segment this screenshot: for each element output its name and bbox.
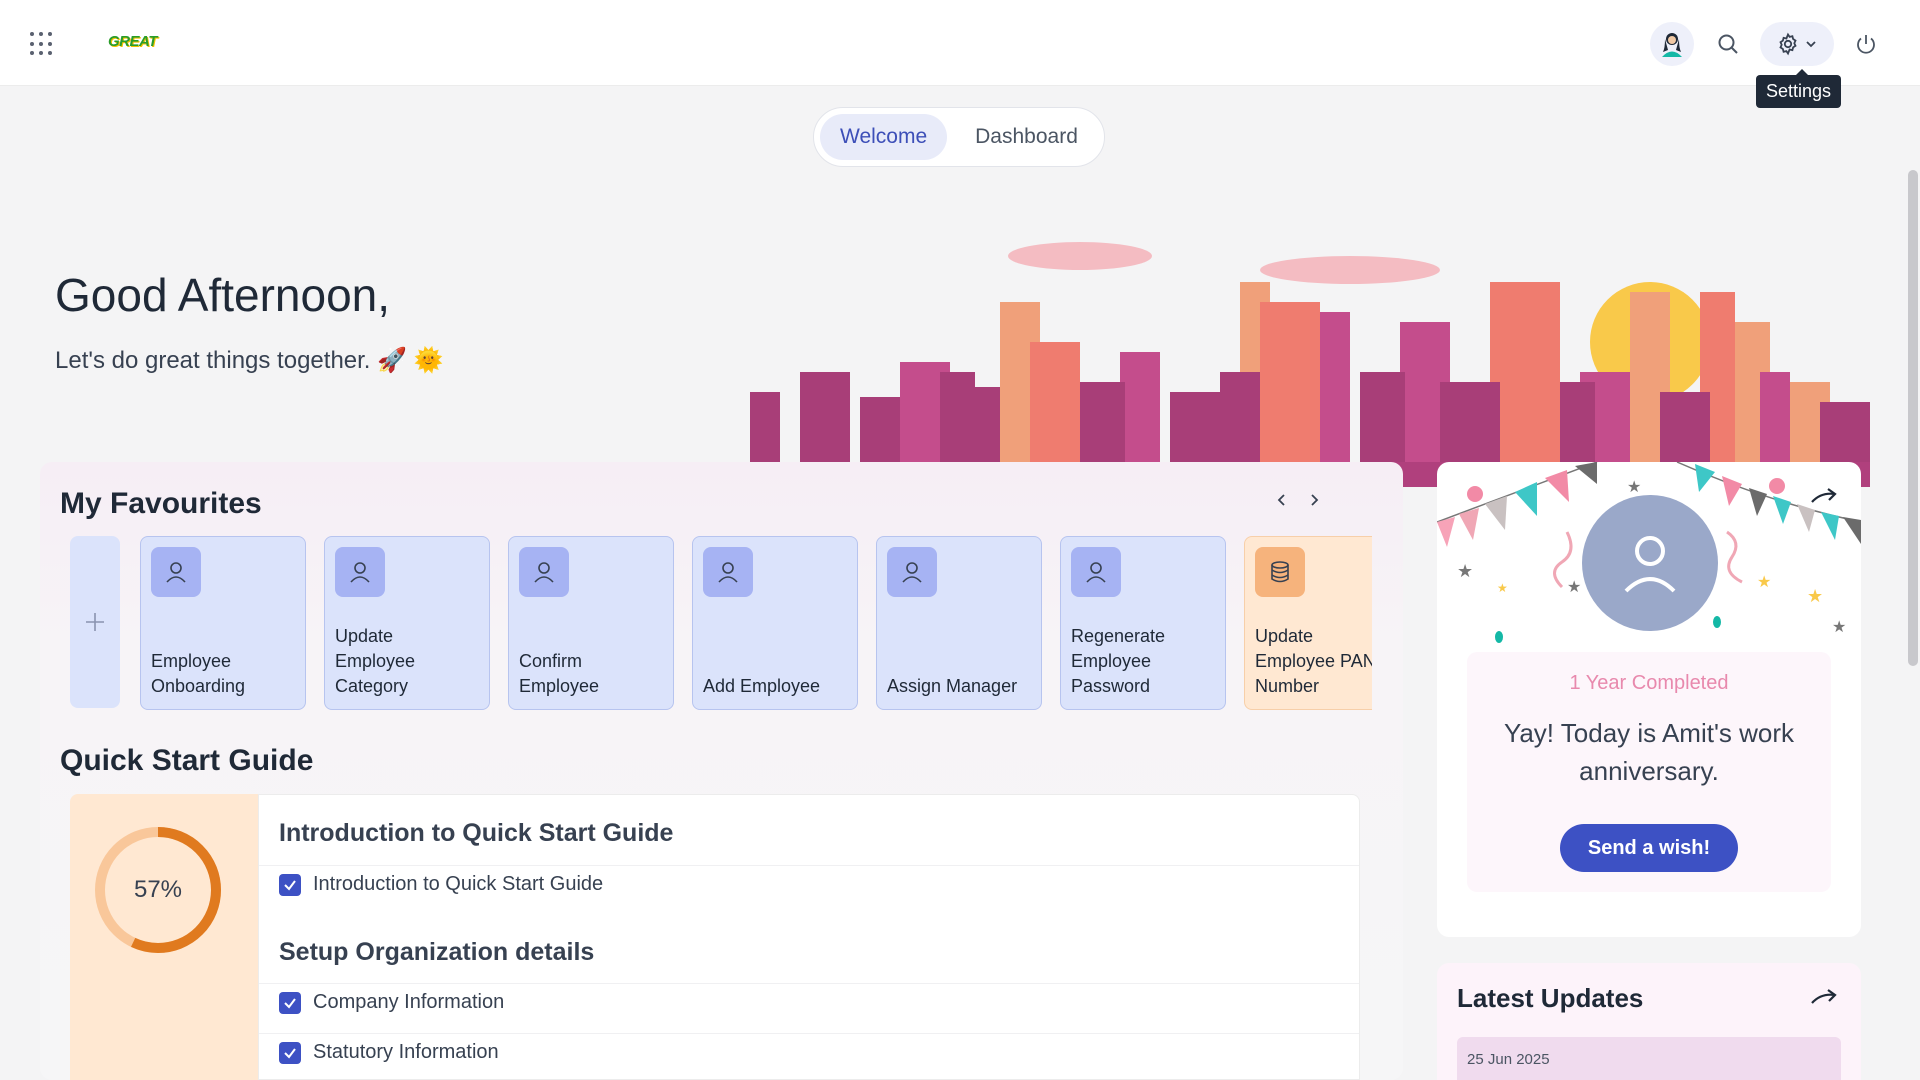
favourites-strip: Employee Onboarding Update Employee Cate…: [70, 536, 1372, 711]
favourite-assign-manager[interactable]: Assign Manager: [876, 536, 1042, 710]
svg-text:★: ★: [1832, 619, 1846, 636]
anniversary-message: Yay! Today is Amit's work anniversary.: [1503, 718, 1795, 786]
anniversary-card: ★ ★ ★ ★ ★ ★ ★ 1 Year Completed Yay! Toda…: [1437, 462, 1861, 937]
favourite-label: Confirm Employee: [519, 651, 600, 696]
favourite-employee-onboarding[interactable]: Employee Onboarding: [140, 536, 306, 710]
favourite-add-employee[interactable]: Add Employee: [692, 536, 858, 710]
send-wish-button[interactable]: Send a wish!: [1560, 824, 1738, 872]
employee-avatar: [1582, 495, 1718, 631]
qs-item-label: Statutory Information: [313, 1041, 499, 1063]
arrow-up-right-icon[interactable]: [1809, 985, 1839, 1015]
tab-welcome[interactable]: Welcome: [820, 114, 948, 160]
user-avatar-button[interactable]: [1650, 22, 1694, 66]
svg-text:★: ★: [1807, 586, 1823, 606]
gear-icon: [1779, 32, 1797, 56]
avatar-icon: [1662, 33, 1682, 57]
settings-tooltip: Settings: [1756, 69, 1842, 108]
favourite-update-employee-pan-number[interactable]: Update Employee PAN Number: [1244, 536, 1372, 710]
user-icon: [703, 547, 753, 597]
user-icon: [887, 547, 937, 597]
divider: [259, 983, 1359, 984]
qs-checklist-item[interactable]: Statutory Information: [279, 1041, 499, 1064]
anniversary-message-box: 1 Year Completed Yay! Today is Amit's wo…: [1467, 652, 1831, 892]
checkbox-checked-icon[interactable]: [279, 1041, 301, 1064]
qs-item-label: Introduction to Quick Start Guide: [313, 873, 604, 895]
settings-button[interactable]: [1760, 22, 1834, 66]
city-skyline-illustration: [700, 242, 1870, 487]
chevron-down-icon: [1806, 41, 1816, 48]
anniversary-badge: 1 Year Completed: [1569, 672, 1729, 694]
user-icon: [519, 547, 569, 597]
qs-checklist-item[interactable]: Introduction to Quick Start Guide: [279, 873, 603, 896]
favourites-pager: [1272, 490, 1324, 510]
greeting-title: Good Afternoon,: [55, 269, 391, 321]
qs-section-heading: Setup Organization details: [279, 938, 595, 966]
search-icon: [1718, 34, 1738, 54]
svg-text:★: ★: [1457, 561, 1473, 581]
checkbox-checked-icon[interactable]: [279, 873, 301, 896]
view-tabs: Welcome Dashboard: [813, 107, 1105, 167]
update-date: 25 Jun 2025: [1467, 1051, 1550, 1068]
favourite-label: Employee Onboarding: [151, 651, 246, 696]
svg-text:★: ★: [1627, 479, 1641, 496]
chevron-right-icon[interactable]: [1304, 490, 1324, 510]
divider: [259, 865, 1359, 866]
database-icon: [1255, 547, 1305, 597]
chevron-left-icon[interactable]: [1272, 490, 1292, 510]
favourite-update-employee-category[interactable]: Update Employee Category: [324, 536, 490, 710]
qs-item-label: Company Information: [313, 991, 505, 1013]
favourite-label: Update Employee PAN Number: [1255, 626, 1372, 696]
user-icon: [335, 547, 385, 597]
arrow-up-right-icon[interactable]: [1809, 484, 1839, 514]
latest-updates-card: Latest Updates 25 Jun 2025: [1437, 963, 1861, 1080]
page-scrollbar-thumb[interactable]: [1908, 170, 1918, 666]
favourite-label: Update Employee Category: [335, 626, 416, 696]
latest-updates-title: Latest Updates: [1457, 983, 1644, 1013]
svg-text:★: ★: [1497, 581, 1508, 595]
tab-dashboard[interactable]: Dashboard: [955, 114, 1098, 160]
favourite-label: Assign Manager: [887, 676, 1018, 696]
divider: [259, 1033, 1359, 1034]
favourite-confirm-employee[interactable]: Confirm Employee: [508, 536, 674, 710]
user-icon: [151, 547, 201, 597]
svg-text:★: ★: [1567, 579, 1581, 596]
qs-checklist-item[interactable]: Company Information: [279, 991, 504, 1014]
quick-start-progress-panel: 57%: [70, 794, 258, 1080]
top-bar: GREAT: [0, 0, 1920, 86]
progress-label: 57%: [133, 876, 183, 903]
favourite-regenerate-employee-password[interactable]: Regenerate Employee Password: [1060, 536, 1226, 710]
checkbox-checked-icon[interactable]: [279, 991, 301, 1014]
search-button[interactable]: [1706, 22, 1750, 66]
logout-button[interactable]: [1844, 22, 1888, 66]
quick-start-content: Introduction to Quick Start Guide Introd…: [258, 794, 1360, 1080]
add-favourite-button[interactable]: [70, 536, 120, 708]
user-icon: [1624, 536, 1676, 593]
company-logo[interactable]: GREAT: [108, 33, 157, 50]
update-item[interactable]: 25 Jun 2025: [1457, 1037, 1841, 1080]
power-icon: [1857, 35, 1875, 54]
favourite-label: Regenerate Employee Password: [1071, 626, 1166, 696]
favourites-title: My Favourites: [60, 487, 262, 520]
quick-start-title: Quick Start Guide: [60, 744, 314, 777]
qs-section-heading: Introduction to Quick Start Guide: [279, 819, 674, 847]
svg-text:★: ★: [1757, 574, 1771, 591]
plus-icon: [86, 613, 104, 631]
user-icon: [1071, 547, 1121, 597]
favourite-label: Add Employee: [703, 676, 821, 696]
apps-grid-icon[interactable]: [30, 32, 54, 56]
greeting-subtitle: Let's do great things together. 🚀 🌞: [55, 347, 444, 374]
